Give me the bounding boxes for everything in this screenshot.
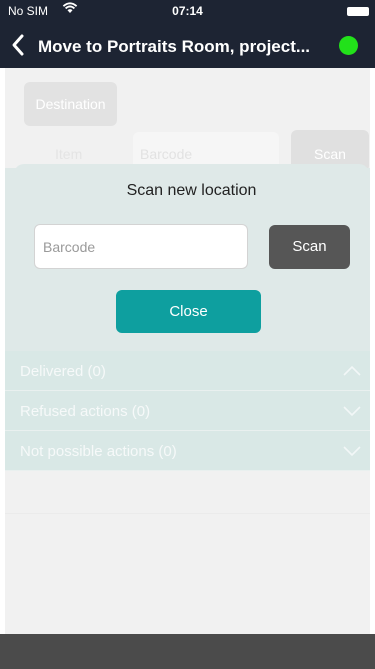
page-title: Move to Portraits Room, project... <box>38 37 311 56</box>
section-refused-label: Refused actions (0) <box>20 403 151 420</box>
section-not-possible-label: Not possible actions (0) <box>20 443 177 460</box>
top-bar: No SIM 07:14 Move to Portraits Room, pro… <box>0 0 375 68</box>
barcode-input[interactable] <box>34 224 248 269</box>
chevron-down-icon <box>342 444 362 457</box>
item-label: Item <box>55 146 83 162</box>
destination-button[interactable]: Destination <box>24 82 117 126</box>
clock: 07:14 <box>172 4 203 18</box>
section-delivered-label: Delivered (0) <box>20 363 106 380</box>
scan-button[interactable]: Scan <box>269 225 350 269</box>
section-refused-actions[interactable]: Refused actions (0) <box>5 391 370 431</box>
section-delivered[interactable]: Delivered (0) <box>5 351 370 391</box>
page-content: Destination Item Barcode Scan Delivered … <box>5 68 370 634</box>
online-status-icon <box>339 36 358 55</box>
divider <box>5 513 370 514</box>
section-not-possible-actions[interactable]: Not possible actions (0) <box>5 431 370 471</box>
back-icon[interactable] <box>8 32 32 58</box>
close-button[interactable]: Close <box>116 290 261 333</box>
chevron-down-icon <box>342 404 362 417</box>
chevron-up-icon <box>342 364 362 376</box>
dialog-title: Scan new location <box>126 182 257 199</box>
nav-bar: Move to Portraits Room, project... <box>0 24 375 68</box>
battery-icon <box>347 7 369 16</box>
bottom-bar <box>0 634 375 669</box>
status-bar: No SIM 07:14 <box>0 0 375 20</box>
scan-location-dialog: Scan new location Scan Close <box>14 164 369 348</box>
